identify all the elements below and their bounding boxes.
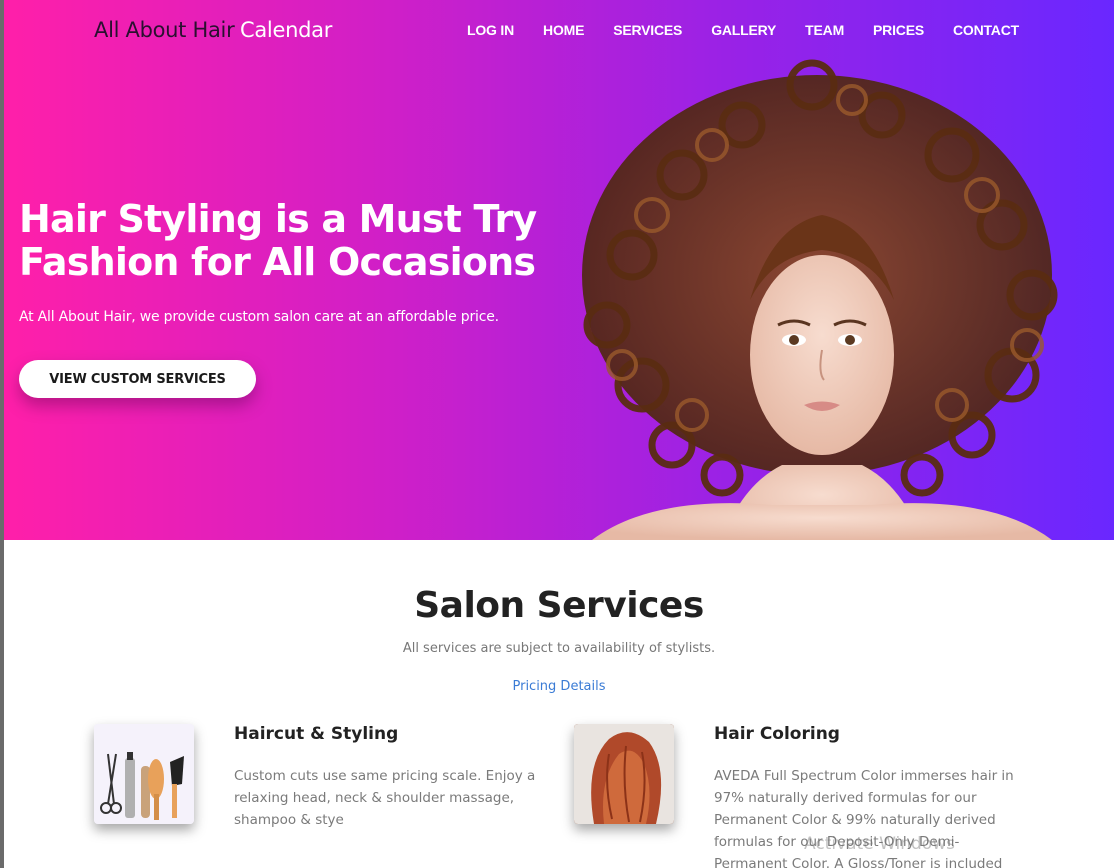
nav-gallery[interactable]: GALLERY <box>711 22 776 38</box>
service-title-coloring: Hair Coloring <box>714 724 840 744</box>
nav-team[interactable]: TEAM <box>805 22 844 38</box>
activate-windows-watermark: Activate Windows <box>804 834 955 854</box>
nav-contact[interactable]: CONTACT <box>953 22 1019 38</box>
service-title-haircut: Haircut & Styling <box>234 724 399 744</box>
hair-coloring-image[interactable] <box>574 724 674 824</box>
scissors-tools-icon <box>94 724 194 824</box>
main-nav: LOG IN HOME SERVICES GALLERY TEAM PRICES… <box>467 22 1048 38</box>
nav-home[interactable]: HOME <box>543 22 584 38</box>
view-custom-services-button[interactable]: VIEW CUSTOM SERVICES <box>19 360 256 398</box>
nav-prices[interactable]: PRICES <box>873 22 924 38</box>
services-title: Salon Services <box>414 585 704 626</box>
nav-services[interactable]: SERVICES <box>613 22 682 38</box>
haircut-tools-image[interactable] <box>94 724 194 824</box>
hero-model-image <box>582 59 1058 540</box>
hero-title-line2: Fashion for All Occasions <box>19 240 536 284</box>
services-note: All services are subject to availability… <box>402 641 716 656</box>
nav-log-in[interactable]: LOG IN <box>467 22 514 38</box>
brand-logo[interactable]: All About Hair <box>94 18 235 42</box>
page: All About Hair Calendar LOG IN HOME SERV… <box>0 0 1114 868</box>
hero-subtitle: At All About Hair, we provide custom sal… <box>19 309 499 325</box>
calendar-link[interactable]: Calendar <box>240 18 332 42</box>
hero-title-line1: Hair Styling is a Must Try <box>19 197 537 241</box>
hero-section: All About Hair Calendar LOG IN HOME SERV… <box>4 0 1114 540</box>
hero-title: Hair Styling is a Must Try Fashion for A… <box>19 198 579 284</box>
colored-hair-icon <box>574 724 674 824</box>
service-desc-haircut: Custom cuts use same pricing scale. Enjo… <box>234 768 536 828</box>
pricing-details-link[interactable]: Pricing Details <box>4 679 1114 694</box>
